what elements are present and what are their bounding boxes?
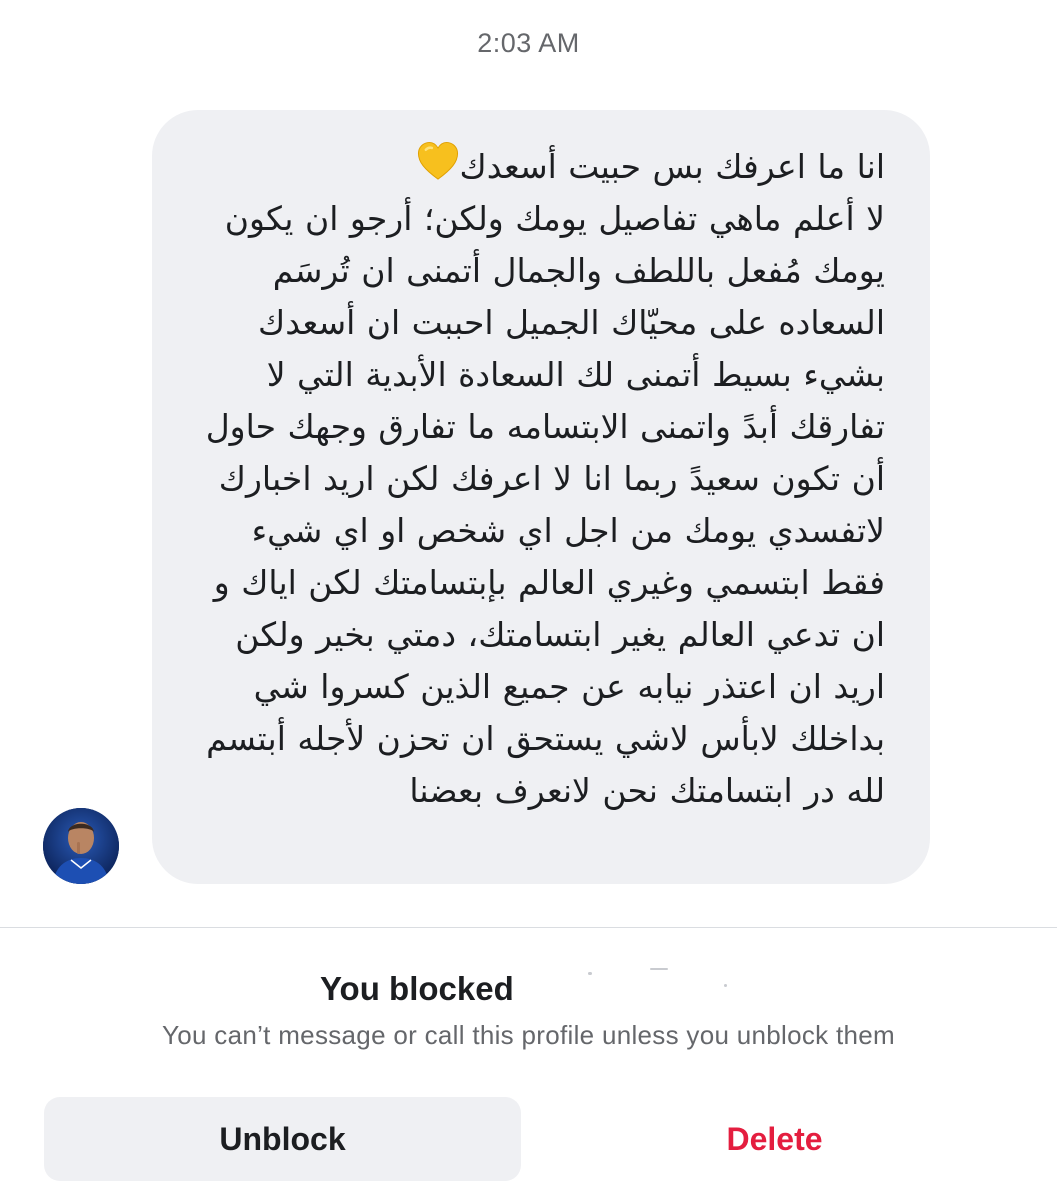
redacted-name-mark: [724, 984, 727, 987]
message-body: لا أعلم ماهي تفاصيل يومك ولكن؛ أرجو ان ي…: [205, 199, 885, 810]
message-bubble[interactable]: انا ما اعرفك بس حبيت أسعدك لا أعلم ماهي …: [152, 110, 930, 884]
divider: [0, 927, 1057, 928]
message-first-line: انا ما اعرفك بس حبيت أسعدك: [459, 147, 885, 186]
profile-photo: [43, 808, 119, 884]
redacted-name-mark: [588, 972, 592, 975]
avatar[interactable]: [43, 808, 119, 884]
unblock-button[interactable]: Unblock: [44, 1097, 521, 1181]
blocked-subtitle: You can’t message or call this profile u…: [161, 1020, 896, 1050]
message-text: انا ما اعرفك بس حبيت أسعدك لا أعلم ماهي …: [184, 140, 885, 817]
blocked-title: You blocked: [320, 970, 514, 1007]
delete-button[interactable]: Delete: [536, 1097, 1013, 1181]
message-timestamp: 2:03 AM: [477, 28, 580, 58]
redacted-name-mark: [650, 968, 668, 970]
yellow-heart-icon: [417, 141, 458, 180]
